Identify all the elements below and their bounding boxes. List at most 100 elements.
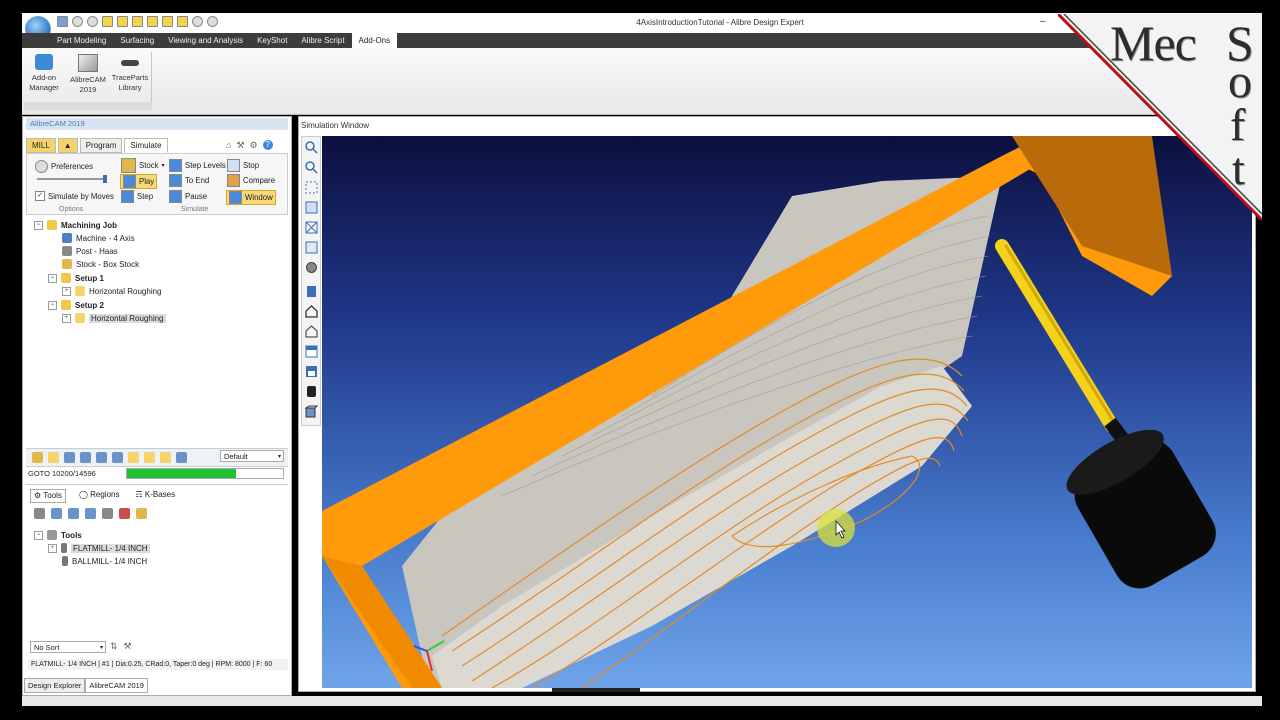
zoom-in-icon[interactable]	[305, 161, 318, 174]
window-button[interactable]: Window	[226, 190, 276, 205]
tree-item-setup-1-op[interactable]: + Horizontal Roughing	[62, 286, 162, 296]
mill-tool-icon[interactable]	[51, 508, 62, 519]
alibrecam-button[interactable]: AlibreCAM 2019	[68, 54, 108, 95]
mill-tool-icon[interactable]	[102, 508, 113, 519]
tab-alibrecam[interactable]: AlibreCAM 2019	[85, 678, 148, 693]
mill-tool-icon[interactable]	[85, 508, 96, 519]
mill-tool-icon[interactable]	[34, 508, 45, 519]
sort-dropdown[interactable]: No Sort ▾	[30, 641, 106, 653]
wrench-icon[interactable]: ⚒	[236, 140, 244, 151]
expand-icon[interactable]: +	[48, 543, 57, 553]
shaded-icon[interactable]	[305, 385, 318, 398]
tool-icon[interactable]	[160, 452, 171, 463]
help-icon[interactable]: ?	[262, 140, 273, 150]
view-right-icon[interactable]	[305, 345, 318, 358]
view-left-icon[interactable]	[305, 365, 318, 378]
tree-item-post[interactable]: Post - Haas	[62, 246, 118, 256]
folder-icon[interactable]	[177, 16, 188, 27]
tool-icon[interactable]	[48, 452, 59, 463]
tab-part-modeling[interactable]: Part Modeling	[50, 33, 113, 48]
tab-design-explorer[interactable]: Design Explorer	[24, 678, 86, 693]
minimize-icon[interactable]: –	[1040, 16, 1046, 27]
collapse-icon[interactable]: −	[34, 220, 43, 230]
traceparts-library-button[interactable]: TraceParts Library	[110, 54, 150, 93]
tool-icon[interactable]	[64, 452, 75, 463]
collapse-icon[interactable]: −	[48, 273, 57, 283]
zoom-extents-icon[interactable]	[305, 201, 318, 214]
tool-icon[interactable]	[144, 452, 155, 463]
tool-icon[interactable]	[80, 452, 91, 463]
wireframe-icon[interactable]	[304, 405, 319, 418]
tab-keyshot[interactable]: KeyShot	[250, 33, 294, 48]
tab-viewing-analysis[interactable]: Viewing and Analysis	[161, 33, 250, 48]
gear-icon[interactable]: ⚙	[250, 140, 258, 151]
preferences-button[interactable]: Preferences	[35, 160, 93, 173]
stop-button[interactable]: Stop	[227, 159, 259, 172]
fit-icon[interactable]	[305, 221, 318, 234]
tool-icon[interactable]	[96, 452, 107, 463]
simulate-by-moves-checkbox[interactable]: ✓ Simulate by Moves	[35, 191, 114, 201]
viewport-scrollbar[interactable]	[552, 688, 640, 692]
tree-item-machining-job[interactable]: − Machining Job	[34, 220, 117, 230]
expand-icon[interactable]: +	[62, 313, 71, 323]
compare-button[interactable]: Compare	[227, 174, 275, 187]
orbit-icon[interactable]	[305, 261, 318, 274]
step-levels-button[interactable]: Step Levels	[169, 159, 226, 172]
rotate-icon[interactable]	[305, 241, 318, 254]
save-icon[interactable]	[57, 16, 68, 27]
pause-button[interactable]: Pause	[169, 190, 207, 203]
part-icon[interactable]	[132, 16, 143, 27]
tree-item-tools[interactable]: − Tools	[34, 530, 82, 540]
zoom-icon[interactable]	[305, 141, 318, 154]
speed-slider[interactable]	[37, 175, 107, 183]
slider-handle[interactable]	[103, 175, 107, 183]
mill-tool-icon[interactable]	[119, 508, 130, 519]
tab-kbases[interactable]: ☶ K-Bases	[132, 489, 178, 503]
tab-folder-icon[interactable]: ▲	[57, 138, 78, 153]
mill-tool-icon[interactable]	[68, 508, 79, 519]
tool-icon[interactable]	[128, 452, 139, 463]
sort-icon[interactable]: ⇅	[110, 641, 118, 652]
zoom-box-icon[interactable]	[305, 181, 318, 194]
mill-tool-icon[interactable]	[136, 508, 147, 519]
to-end-button[interactable]: To End	[169, 174, 209, 187]
tab-surfacing[interactable]: Surfacing	[113, 33, 161, 48]
circle-icon[interactable]	[72, 16, 83, 27]
tab-mill[interactable]: MILL	[26, 138, 56, 153]
tool-icon[interactable]	[112, 452, 123, 463]
default-dropdown[interactable]: Default ▾	[220, 450, 284, 462]
redo-icon[interactable]	[207, 16, 218, 27]
tree-item-flatmill[interactable]: + FLATMILL- 1/4 INCH	[48, 543, 150, 553]
part-icon[interactable]	[117, 16, 128, 27]
view-top-icon[interactable]	[305, 305, 318, 318]
collapse-icon[interactable]: −	[34, 530, 43, 540]
stock-button[interactable]: Stock ▾	[121, 158, 165, 173]
tab-alibre-script[interactable]: Alibre Script	[294, 33, 351, 48]
tool-icon[interactable]	[32, 452, 43, 463]
tool-icon[interactable]	[176, 452, 187, 463]
step-button[interactable]: Step	[121, 190, 153, 203]
view-iso-icon[interactable]	[305, 285, 318, 298]
add-on-manager-button[interactable]: Add-on Manager	[26, 54, 62, 93]
collapse-icon[interactable]: −	[48, 300, 57, 310]
circle-icon[interactable]	[87, 16, 98, 27]
expand-icon[interactable]: +	[62, 286, 71, 296]
tab-add-ons[interactable]: Add-Ons	[351, 33, 398, 48]
tab-tools[interactable]: ⚙ Tools	[30, 489, 66, 503]
play-button[interactable]: Play	[120, 174, 158, 189]
tab-regions[interactable]: ◯ Regions	[76, 489, 123, 503]
tab-simulate[interactable]: Simulate	[124, 138, 168, 153]
tree-item-setup-2[interactable]: − Setup 2	[48, 300, 104, 310]
part-icon[interactable]	[102, 16, 113, 27]
tree-item-setup-2-op[interactable]: + Horizontal Roughing	[62, 313, 166, 323]
tree-item-stock[interactable]: Stock - Box Stock	[62, 259, 139, 269]
home-icon[interactable]: ⌂	[226, 140, 231, 151]
part-icon[interactable]	[147, 16, 158, 27]
tree-item-machine[interactable]: Machine - 4 Axis	[62, 233, 135, 243]
view-front-icon[interactable]	[305, 325, 318, 338]
part-icon[interactable]	[162, 16, 173, 27]
undo-icon[interactable]	[192, 16, 203, 27]
tab-program[interactable]: Program	[79, 138, 123, 153]
tree-item-setup-1[interactable]: − Setup 1	[48, 273, 104, 283]
filter-icon[interactable]: ⚒	[124, 641, 132, 652]
